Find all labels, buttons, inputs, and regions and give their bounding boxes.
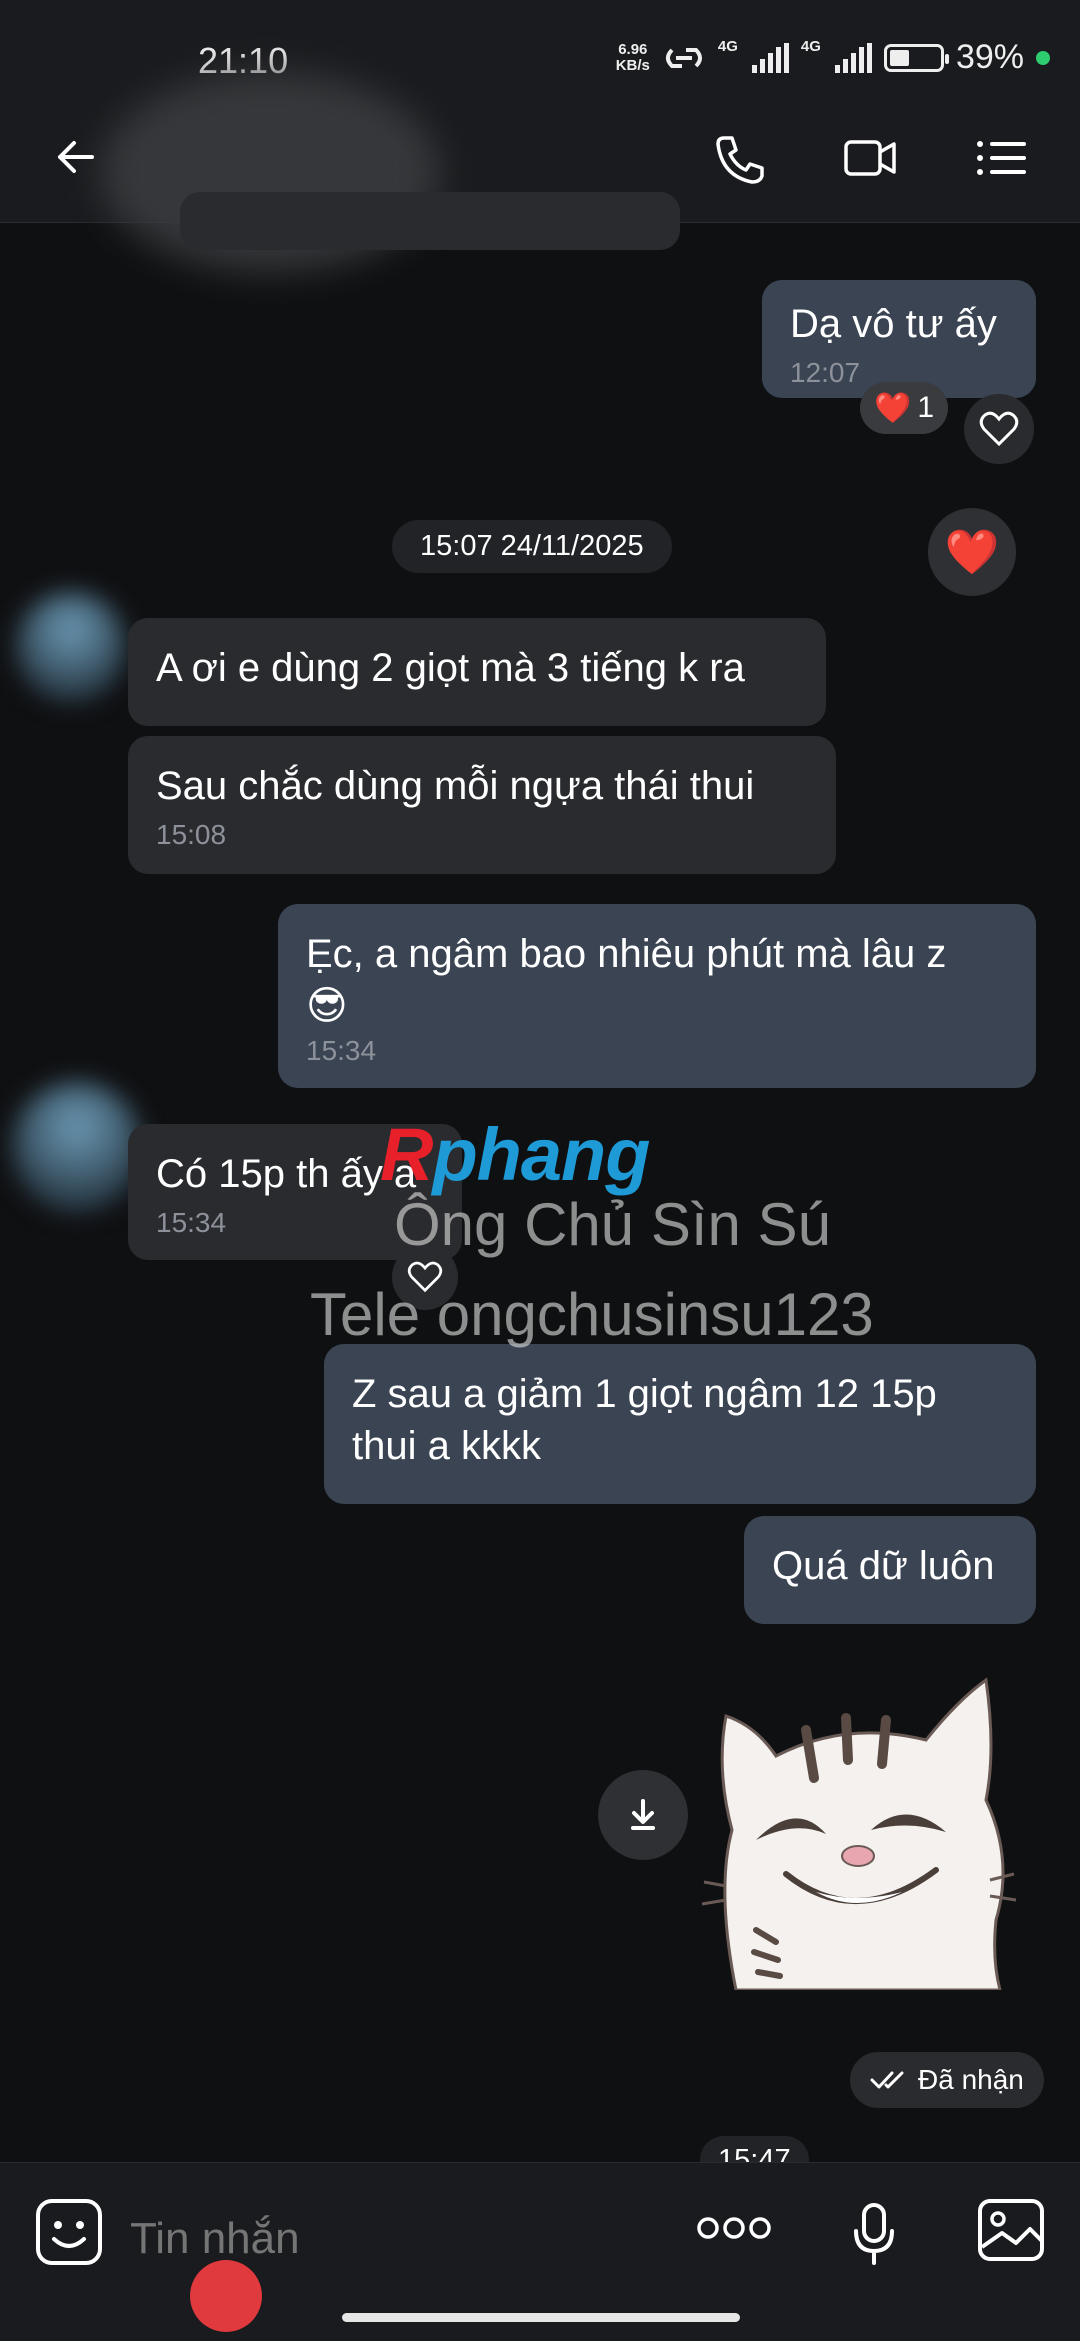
watermark-logo: Rphang — [380, 1113, 650, 1196]
privacy-indicator-dot — [1036, 50, 1050, 65]
message-text: Sau chắc dùng mỗi ngựa thái thui — [156, 764, 755, 808]
network-type-2: 4G — [800, 38, 821, 55]
battery-percent: 39% — [955, 38, 1024, 76]
message-text: Quá dữ luôn — [772, 1544, 995, 1588]
double-check-icon — [870, 2071, 904, 2089]
message-bubble-incoming[interactable]: A ơi e dùng 2 giọt mà 3 tiếng k ra — [128, 618, 826, 726]
like-heart-button[interactable] — [964, 394, 1034, 464]
watermark-line-1: Ông Chủ Sìn Sú — [394, 1191, 831, 1258]
battery-icon — [883, 43, 949, 72]
heart-outline-icon — [979, 411, 1019, 447]
contact-avatar[interactable] — [12, 1082, 142, 1212]
message-time: 15:08 — [156, 819, 227, 850]
message-bubble-outgoing[interactable]: Z sau a giảm 1 giọt ngâm 12 15p thui a k… — [324, 1344, 1036, 1504]
network-speed: 6.96 KB/s — [615, 40, 650, 74]
phone-icon[interactable] — [710, 130, 770, 186]
more-dots-icon[interactable] — [696, 2215, 772, 2241]
recording-indicator-dot — [190, 2260, 262, 2332]
link-icon — [665, 47, 702, 68]
message-bubble-outgoing[interactable]: Dạ vô tư ấy 12:07 — [762, 280, 1036, 398]
sunglasses-emoji: 😎 — [306, 984, 348, 1028]
battery-level — [889, 49, 909, 66]
message-bubble-partial[interactable] — [180, 192, 680, 250]
heart-icon: ❤️ — [944, 528, 1000, 577]
signal-icon — [751, 42, 789, 73]
status-indicators: 6.96 KB/s 4G 4G 39% — [616, 38, 1050, 77]
message-text: Z sau a giảm 1 giọt ngâm 12 15p thui a k… — [352, 1372, 937, 1468]
reaction-summary[interactable]: ❤️ 1 — [860, 382, 949, 434]
microphone-icon[interactable] — [852, 2201, 896, 2267]
message-text: Có 15p th ấy a — [156, 1152, 417, 1196]
download-button[interactable] — [598, 1770, 688, 1860]
message-bubble-outgoing[interactable]: Ẹc, a ngâm bao nhiêu phút mà lâu z 😎 15:… — [278, 904, 1036, 1088]
contact-avatar[interactable] — [16, 592, 126, 702]
message-text: Dạ vô tư ấy — [790, 302, 997, 346]
menu-list-icon[interactable] — [972, 130, 1032, 186]
back-arrow-icon[interactable] — [50, 132, 110, 182]
message-list[interactable]: Dạ vô tư ấy 12:07 ❤️ 1 15:07 24/11/2025 … — [0, 192, 1080, 2185]
message-text: A ơi e dùng 2 giọt mà 3 tiếng k ra — [156, 646, 745, 690]
heart-reaction-icon: ❤️ — [874, 391, 912, 425]
video-call-icon[interactable] — [840, 130, 900, 186]
sticker-face-icon[interactable] — [34, 2197, 104, 2267]
signal-icon-2 — [834, 42, 872, 73]
date-separator: 15:07 24/11/2025 — [392, 520, 672, 573]
message-bubble-incoming[interactable]: Sau chắc dùng mỗi ngựa thái thui 15:08 — [128, 736, 836, 874]
download-icon — [631, 1799, 655, 1830]
status-bar: 21:10 6.96 KB/s 4G 4G 39% — [0, 0, 1080, 92]
reaction-count: 1 — [917, 391, 935, 424]
network-type-1: 4G — [717, 38, 738, 55]
message-bubble-outgoing[interactable]: Quá dữ luôn — [744, 1516, 1036, 1624]
message-text: Ẹc, a ngâm bao nhiêu phút mà lâu z — [306, 932, 947, 976]
gallery-icon[interactable] — [976, 2197, 1046, 2263]
smiling-cat-sticker[interactable] — [696, 1660, 1020, 1990]
home-indicator[interactable] — [342, 2313, 740, 2322]
watermark-line-2: Tele ongchusinsu123 — [310, 1281, 874, 1348]
message-time: 15:34 — [306, 1035, 377, 1066]
message-time: 15:34 — [156, 1207, 227, 1238]
delivery-status-text: Đã nhận — [918, 2064, 1024, 2095]
floating-heart-reaction[interactable]: ❤️ — [928, 508, 1016, 596]
delivery-status: Đã nhận — [850, 2052, 1044, 2108]
